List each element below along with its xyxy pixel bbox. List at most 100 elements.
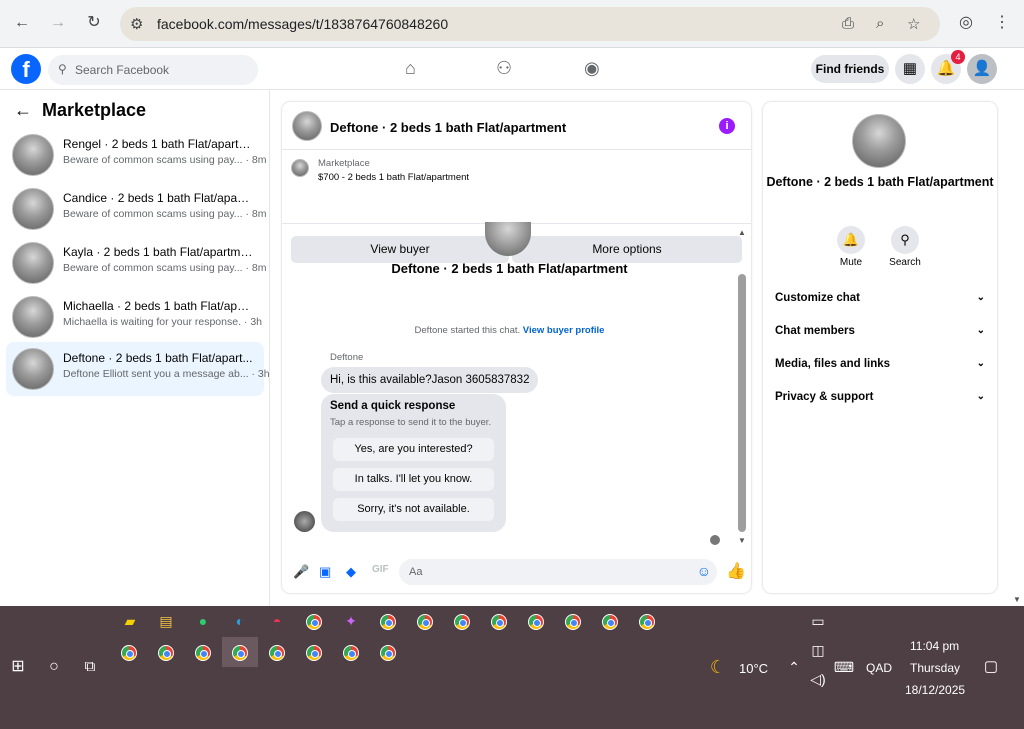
chrome-icon[interactable] (343, 645, 359, 661)
forward-icon[interactable]: → (47, 12, 69, 34)
info-icon[interactable]: i (719, 118, 735, 134)
chrome-icon[interactable] (380, 645, 396, 661)
friends-icon[interactable]: ⚇ (496, 58, 512, 79)
search-input[interactable]: ⚲ Search Facebook (48, 55, 258, 85)
view-buyer-profile-link[interactable]: View buyer profile (523, 325, 605, 336)
language-indicator[interactable]: QAD (866, 661, 892, 675)
menu-dots-icon[interactable]: ⋮ (991, 12, 1013, 34)
quick-response-button[interactable]: In talks. I'll let you know. (333, 468, 494, 491)
keyboard-icon[interactable]: ⌨ (833, 656, 855, 678)
privacy-support-row[interactable]: Privacy & support ⌄ (775, 391, 985, 409)
quick-response-button[interactable]: Yes, are you interested? (333, 438, 494, 461)
conversation-title: Rengel · 2 beds 1 bath Flat/apartm... (63, 137, 253, 151)
chrome-icon[interactable] (565, 614, 581, 630)
back-icon[interactable]: ← (11, 12, 33, 34)
bookmark-star-icon[interactable]: ☆ (907, 15, 920, 33)
search-chat-icon[interactable]: ⚲ (891, 226, 919, 254)
meet-icon[interactable]: ◫ (807, 639, 829, 661)
address-bar[interactable]: ⚙ facebook.com/messages/t/18387647608482… (120, 7, 940, 41)
page-scrollbar[interactable]: ▼ (1010, 92, 1024, 606)
chrome-icon[interactable] (121, 645, 137, 661)
clock-time[interactable]: 11:04 pm (910, 639, 959, 653)
conversation-item[interactable]: Rengel · 2 beds 1 bath Flat/apartm... Be… (6, 128, 266, 182)
chrome-icon[interactable] (380, 614, 396, 630)
row-label: Media, files and links (775, 358, 891, 370)
more-options-button[interactable]: More options (512, 236, 742, 263)
groups-icon[interactable]: ◉ (584, 58, 600, 79)
scroll-down-icon[interactable]: ▼ (1013, 595, 1021, 604)
weather-moon-icon[interactable]: ☾ (707, 656, 729, 678)
profile-icon[interactable]: ◎ (955, 12, 977, 34)
scroll-up-icon[interactable]: ▲ (738, 228, 746, 237)
conversation-item[interactable]: Michaella · 2 beds 1 bath Flat/apar... M… (6, 290, 264, 344)
conversation-item[interactable]: Candice · 2 beds 1 bath Flat/apart... Be… (6, 182, 266, 236)
facebook-header: f ⚲ Search Facebook ⌂ ⚇ ◉ Find friends ▦… (0, 48, 1024, 90)
chat-header-name: Deftone · 2 beds 1 bath Flat/apartment (391, 261, 628, 276)
app-icon[interactable]: ● (192, 610, 214, 632)
sticker-icon[interactable]: ◆ (346, 564, 356, 580)
chrome-icon[interactable] (528, 614, 544, 630)
volume-icon[interactable]: ◁) (807, 668, 829, 690)
back-arrow-icon[interactable]: ← (14, 100, 32, 121)
zoom-icon[interactable]: ⌕ (876, 15, 884, 32)
notifications-center-icon[interactable]: ▢ (980, 656, 1002, 678)
home-icon[interactable]: ⌂ (405, 58, 416, 79)
chrome-icon[interactable] (417, 614, 433, 630)
listing-title[interactable]: $700 - 2 beds 1 bath Flat/apartment (318, 172, 469, 183)
chevron-down-icon: ⌄ (976, 292, 985, 303)
chat-title[interactable]: Deftone · 2 beds 1 bath Flat/apartment (330, 120, 566, 135)
edge-icon[interactable]: ◐ (229, 610, 251, 632)
chrome-icon[interactable] (491, 614, 507, 630)
chrome-icon[interactable] (306, 645, 322, 661)
gif-icon[interactable]: GIF (372, 564, 389, 575)
chrome-icon[interactable] (602, 614, 618, 630)
scroll-down-icon[interactable]: ▼ (738, 536, 746, 545)
sticky-notes-icon[interactable]: ▰ (119, 610, 141, 632)
chrome-icon[interactable] (306, 614, 322, 630)
chrome-icon[interactable] (195, 645, 211, 661)
chrome-icon[interactable] (232, 645, 248, 661)
search-circle-icon[interactable]: ○ (43, 656, 65, 678)
chat-panel: Deftone · 2 beds 1 bath Flat/apartment i… (282, 102, 751, 593)
quick-response-button[interactable]: Sorry, it's not available. (333, 498, 494, 521)
like-icon[interactable]: 👍 (726, 561, 746, 581)
install-icon[interactable]: ⎙ (842, 15, 854, 32)
message-input[interactable]: Aa ☺ (399, 559, 717, 585)
customize-chat-row[interactable]: Customize chat ⌄ (775, 292, 985, 310)
task-view-icon[interactable]: ⧉ (79, 656, 101, 678)
facebook-logo[interactable]: f (11, 54, 41, 84)
chrome-icon[interactable] (158, 645, 174, 661)
reload-icon[interactable]: ↻ (83, 12, 105, 34)
media-files-row[interactable]: Media, files and links ⌄ (775, 358, 985, 376)
scroll-thumb[interactable] (738, 274, 746, 532)
app-icon[interactable]: ◓ (266, 610, 288, 632)
chrome-icon[interactable] (639, 614, 655, 630)
avatar[interactable] (292, 111, 322, 141)
emoji-icon[interactable]: ☺ (697, 563, 711, 579)
conversation-item-active[interactable]: Deftone · 2 beds 1 bath Flat/apart... De… (6, 342, 270, 396)
windows-start-icon[interactable]: ⊞ (7, 656, 29, 678)
chat-members-row[interactable]: Chat members ⌄ (775, 325, 985, 343)
clock-day[interactable]: Thursday (910, 661, 960, 675)
conversation-item[interactable]: Kayla · 2 beds 1 bath Flat/apartment Bew… (6, 236, 266, 290)
microphone-icon[interactable]: 🎤 (293, 564, 309, 580)
chat-scrollbar[interactable]: ▲ ▼ (737, 228, 747, 546)
chrome-icon[interactable] (454, 614, 470, 630)
copilot-icon[interactable]: ✦ (340, 610, 362, 632)
photo-icon[interactable]: ▣ (319, 564, 331, 580)
clock-date[interactable]: 18/12/2025 (905, 683, 965, 697)
mute-icon[interactable]: 🔔 (837, 226, 865, 254)
chrome-icon[interactable] (269, 645, 285, 661)
avatar[interactable] (852, 114, 906, 168)
menu-grid-icon[interactable]: ▦ (895, 54, 925, 84)
site-info-icon[interactable]: ⚙ (130, 15, 143, 33)
file-explorer-icon[interactable]: ▤ (155, 610, 177, 632)
account-avatar[interactable]: 👤 (967, 54, 997, 84)
weather-temp[interactable]: 10°C (739, 661, 768, 676)
find-friends-button[interactable]: Find friends (811, 55, 889, 83)
message-bubble[interactable]: Hi, is this available?Jason 3605837832 (321, 367, 539, 393)
view-buyer-button[interactable]: View buyer (291, 236, 509, 263)
network-icon[interactable]: ▭ (807, 610, 829, 632)
chevron-up-icon[interactable]: ⌃ (783, 656, 805, 678)
url-text[interactable]: facebook.com/messages/t/1838764760848260 (157, 16, 448, 32)
